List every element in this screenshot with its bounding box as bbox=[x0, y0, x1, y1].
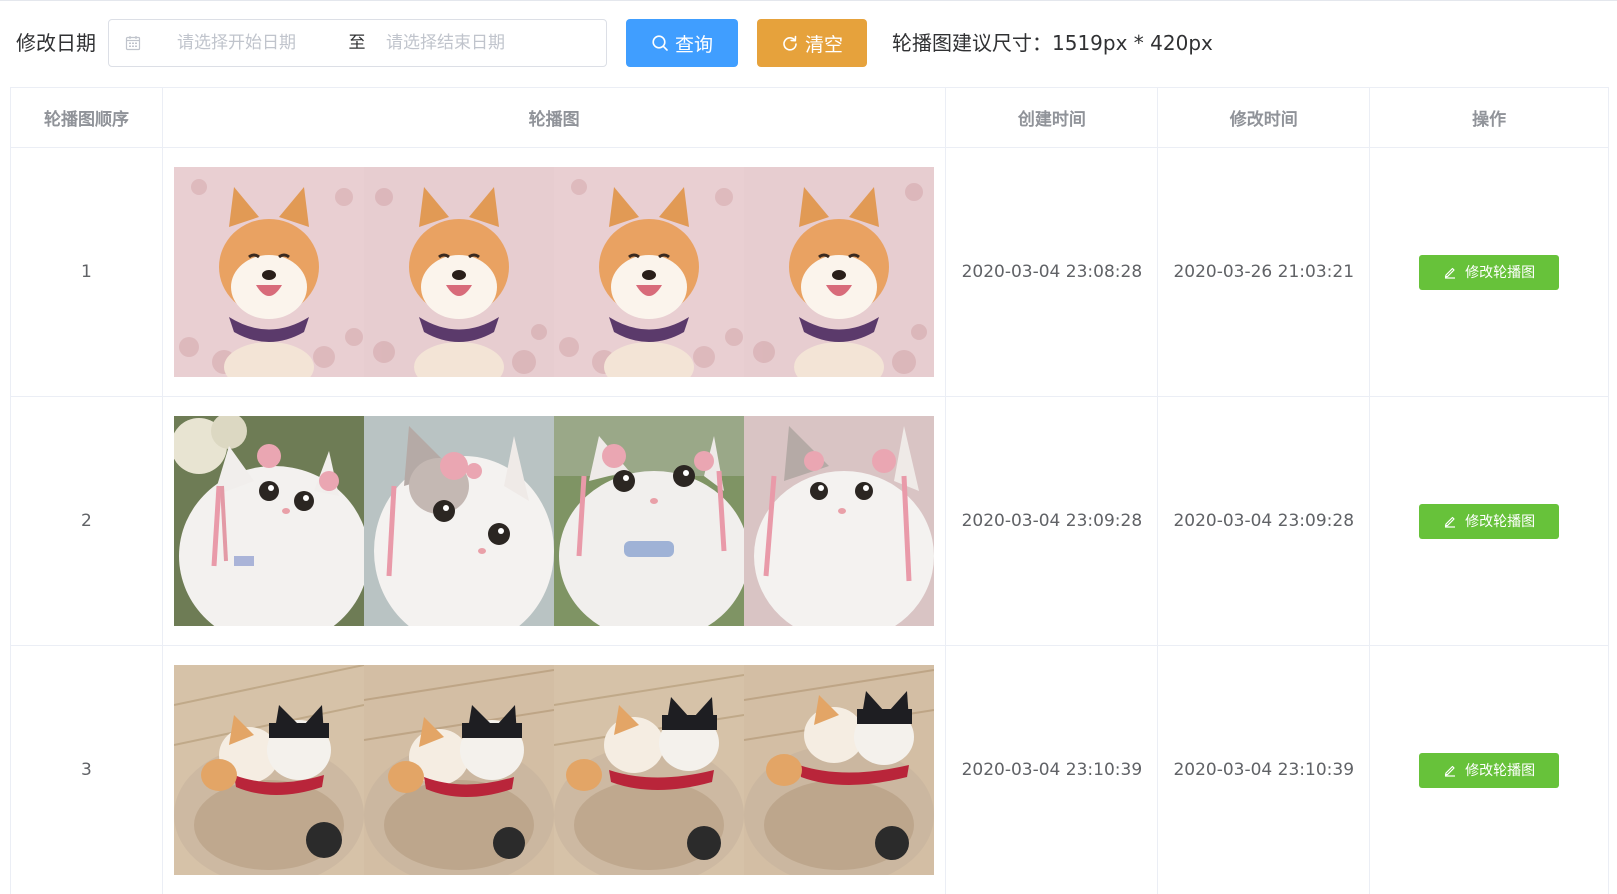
clear-button[interactable]: 清空 bbox=[757, 19, 867, 67]
dogs-tile bbox=[174, 665, 365, 875]
date-filter-label: 修改日期 bbox=[16, 31, 96, 55]
edit-button-label: 修改轮播图 bbox=[1465, 514, 1536, 530]
actions-cell: 修改轮播图 bbox=[1370, 646, 1610, 894]
edit-icon bbox=[1444, 765, 1456, 777]
modified-time-cell: 2020-03-04 23:09:28 bbox=[1158, 397, 1371, 646]
cat-tile bbox=[554, 416, 745, 626]
column-header-order: 轮播图顺序 bbox=[11, 88, 163, 148]
order-cell: 1 bbox=[11, 148, 163, 397]
image-cell bbox=[163, 646, 947, 894]
created-time-cell: 2020-03-04 23:10:39 bbox=[946, 646, 1159, 894]
created-time-cell: 2020-03-04 23:08:28 bbox=[946, 148, 1159, 397]
refresh-icon bbox=[783, 35, 797, 51]
modified-time-cell: 2020-03-04 23:10:39 bbox=[1158, 646, 1371, 894]
end-date-input[interactable] bbox=[386, 28, 586, 58]
column-header-created: 创建时间 bbox=[946, 88, 1159, 148]
table-row: 2 2020-03-04 23:09:28 2020-03-04 23:09:2… bbox=[11, 397, 1610, 646]
size-hint-text: 轮播图建议尺寸：1519px * 420px bbox=[892, 31, 1213, 55]
date-range-picker[interactable]: 至 bbox=[108, 19, 607, 67]
start-date-input[interactable] bbox=[177, 28, 337, 58]
cat-tile bbox=[174, 416, 365, 626]
actions-cell: 修改轮播图 bbox=[1370, 148, 1610, 397]
image-cell bbox=[162, 397, 947, 646]
query-button[interactable]: 查询 bbox=[626, 19, 738, 67]
edit-carousel-button[interactable]: 修改轮播图 bbox=[1419, 254, 1560, 290]
calendar-icon bbox=[125, 35, 141, 51]
carousel-table: 轮播图顺序 轮播图 创建时间 修改时间 操作 1 2020-03-04 23:0… bbox=[10, 87, 1610, 894]
column-header-image: 轮播图 bbox=[162, 88, 947, 148]
cat-tile bbox=[744, 416, 935, 626]
edit-carousel-button[interactable]: 修改轮播图 bbox=[1419, 503, 1560, 539]
table-header-row: 轮播图顺序 轮播图 创建时间 修改时间 操作 bbox=[11, 88, 1610, 148]
dogs-tile bbox=[554, 665, 745, 875]
dogs-tile bbox=[364, 665, 555, 875]
shiba-tile bbox=[744, 167, 935, 377]
order-cell: 3 bbox=[11, 646, 163, 894]
carousel-image bbox=[174, 416, 935, 626]
image-cell bbox=[162, 148, 947, 397]
filter-toolbar: 修改日期 至 bbox=[0, 1, 1617, 87]
created-time-cell: 2020-03-04 23:09:28 bbox=[946, 397, 1159, 646]
shiba-tile bbox=[174, 167, 365, 377]
range-separator: 至 bbox=[348, 33, 366, 53]
search-icon bbox=[652, 35, 668, 51]
edit-button-label: 修改轮播图 bbox=[1465, 763, 1536, 779]
actions-cell: 修改轮播图 bbox=[1370, 397, 1610, 646]
table-row: 1 2020-03-04 23:08:28 2020-03-26 21:03:2… bbox=[11, 148, 1610, 397]
shiba-tile bbox=[554, 167, 745, 377]
shiba-tile bbox=[364, 167, 555, 377]
cat-tile bbox=[364, 416, 555, 626]
modified-time-cell: 2020-03-26 21:03:21 bbox=[1158, 148, 1371, 397]
edit-icon bbox=[1444, 516, 1456, 528]
edit-carousel-button[interactable]: 修改轮播图 bbox=[1419, 752, 1560, 788]
column-header-actions: 操作 bbox=[1370, 88, 1610, 148]
order-cell: 2 bbox=[11, 397, 163, 646]
clear-button-label: 清空 bbox=[804, 33, 843, 56]
carousel-image bbox=[174, 167, 935, 377]
dogs-tile bbox=[744, 665, 935, 875]
edit-icon bbox=[1444, 267, 1456, 279]
carousel-image bbox=[174, 665, 935, 875]
table-row: 3 2020-03-04 23:10:39 2020-03-04 23:10:3… bbox=[11, 646, 1610, 894]
column-header-modified: 修改时间 bbox=[1158, 88, 1371, 148]
edit-button-label: 修改轮播图 bbox=[1465, 265, 1536, 281]
query-button-label: 查询 bbox=[674, 33, 713, 56]
carousel-management-page: 修改日期 至 bbox=[0, 0, 1617, 894]
